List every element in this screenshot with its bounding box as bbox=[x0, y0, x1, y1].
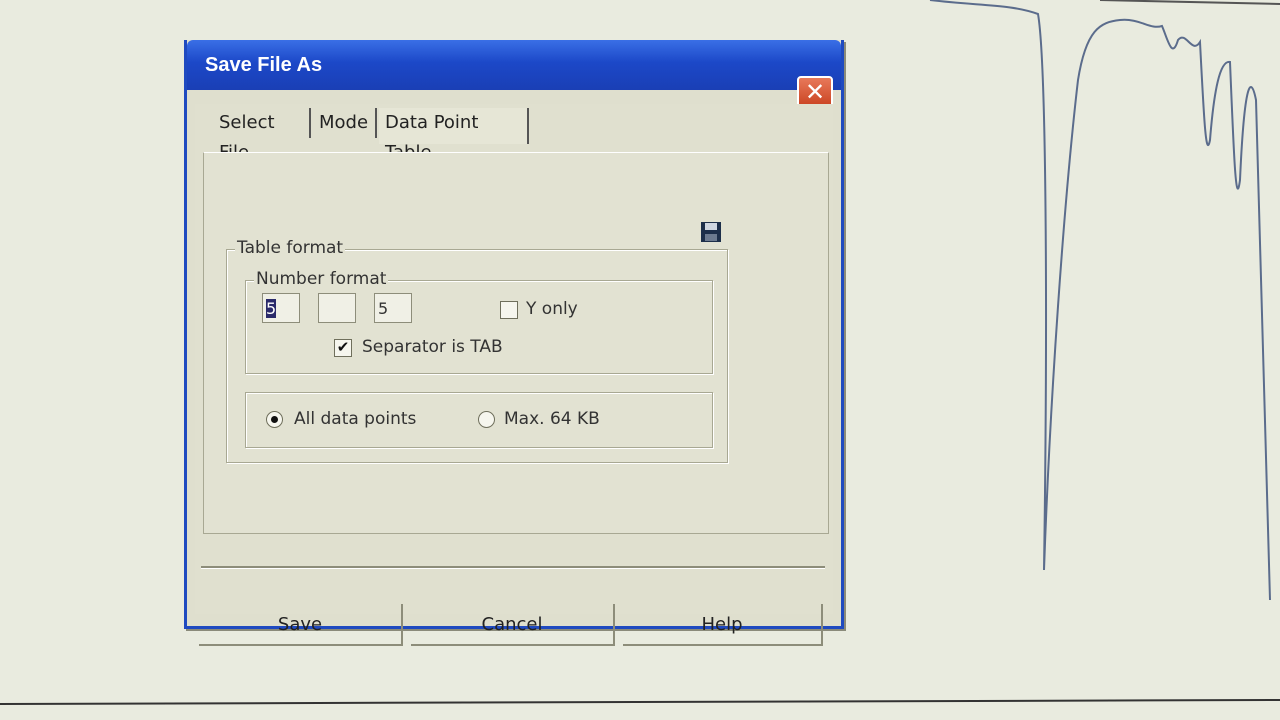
max-64kb-label: Max. 64 KB bbox=[504, 409, 600, 429]
floppy-disk-icon[interactable] bbox=[700, 221, 722, 243]
close-icon: ✕ bbox=[804, 78, 826, 106]
number-field-2[interactable] bbox=[318, 293, 356, 323]
data-points-group: All data points Max. 64 KB bbox=[245, 392, 713, 448]
separator-tab-label: Separator is TAB bbox=[362, 337, 503, 357]
button-divider bbox=[201, 566, 825, 569]
max-64kb-radio[interactable] bbox=[478, 411, 495, 428]
tab-select-file[interactable]: Select File bbox=[213, 108, 311, 163]
title-bar[interactable]: Save File As bbox=[187, 40, 841, 90]
x-axis-line bbox=[0, 699, 1280, 705]
table-format-label: Table format bbox=[235, 238, 346, 258]
number-format-label: Number format bbox=[254, 269, 389, 289]
spectrum-line bbox=[929, 0, 1271, 601]
tab-data-point-table[interactable]: Data Point Table bbox=[379, 108, 529, 163]
checkmark-icon: ✔ bbox=[336, 338, 350, 356]
save-file-as-dialog: Save File As ✕ Select File Mode Data Poi… bbox=[184, 40, 844, 646]
separator-tab-checkbox[interactable]: ✔ bbox=[334, 339, 352, 357]
y-only-label: Y only bbox=[526, 299, 578, 319]
data-point-table-panel: Table format Number format 5 5 Y only ✔ … bbox=[203, 152, 829, 534]
y-only-checkbox[interactable] bbox=[500, 301, 518, 319]
save-button[interactable]: Save bbox=[199, 604, 403, 646]
tab-mode[interactable]: Mode bbox=[313, 108, 377, 138]
dialog-client-area: Select File Mode Data Point Table Table … bbox=[195, 104, 833, 646]
number-field-1[interactable]: 5 bbox=[262, 293, 300, 323]
all-data-points-label: All data points bbox=[294, 409, 417, 429]
cancel-button[interactable]: Cancel bbox=[411, 604, 615, 646]
number-format-group: Number format 5 5 Y only ✔ Separator is … bbox=[245, 269, 713, 374]
help-button[interactable]: Help bbox=[623, 604, 823, 646]
all-data-points-radio[interactable] bbox=[266, 411, 283, 428]
dialog-title: Save File As bbox=[205, 54, 323, 76]
table-format-group: Table format Number format 5 5 Y only ✔ … bbox=[226, 238, 728, 463]
number-field-3[interactable]: 5 bbox=[374, 293, 412, 323]
